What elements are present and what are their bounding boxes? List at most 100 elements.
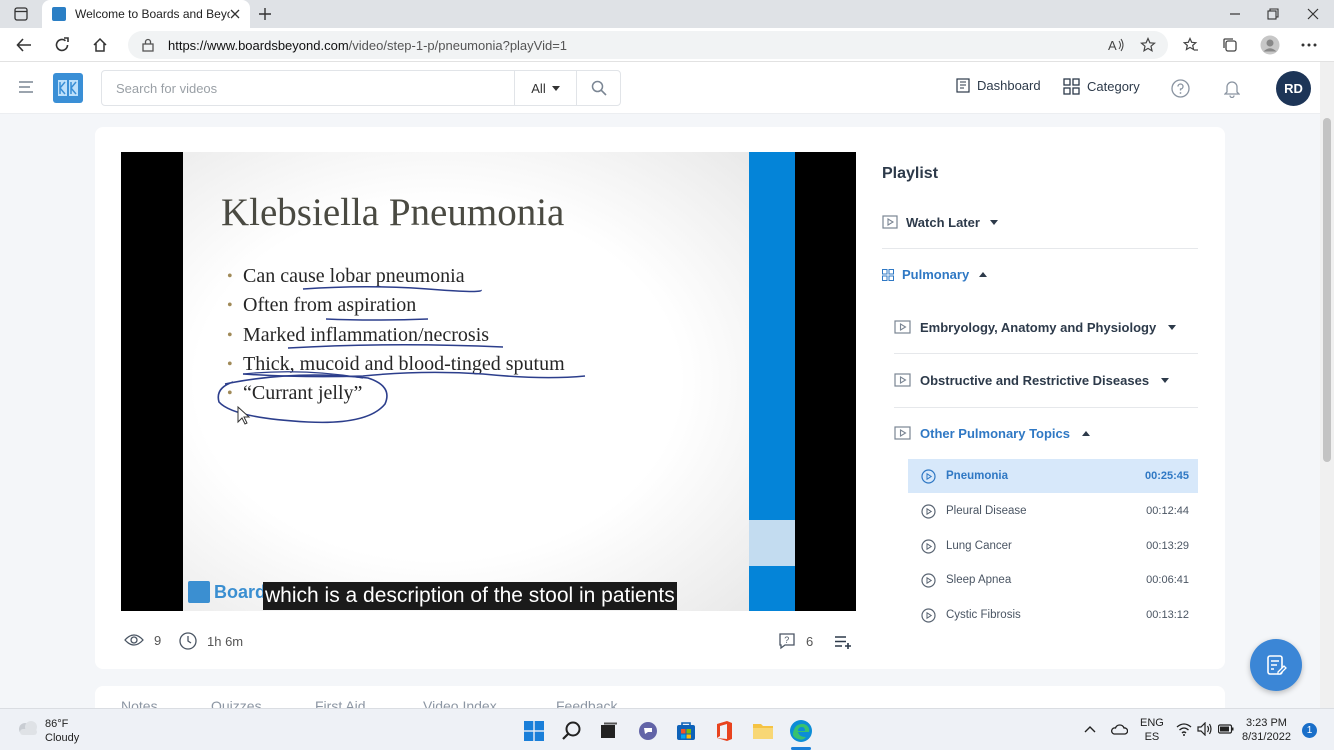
- mouse-cursor-icon: [237, 405, 251, 425]
- url-field[interactable]: https://www.boardsbeyond.com/video/step-…: [128, 31, 1168, 59]
- battery-icon[interactable]: [1218, 723, 1234, 735]
- play-circle-icon: [921, 607, 936, 623]
- more-menu-icon[interactable]: [1298, 34, 1320, 56]
- app-header: All Dashboard Category RD: [0, 62, 1320, 114]
- section-label: Embryology, Anatomy and Physiology: [920, 319, 1157, 335]
- caret-down-icon: [1168, 324, 1177, 330]
- playlist-video-item[interactable]: Pneumonia 00:25:45: [908, 459, 1198, 493]
- video-duration: 00:12:44: [1146, 505, 1189, 517]
- language-indicator[interactable]: ENG ES: [1140, 716, 1164, 744]
- views-value: 9: [154, 632, 162, 648]
- play-circle-icon: [921, 468, 936, 484]
- tab-title: Welcome to Boards and Beyond: [75, 7, 230, 21]
- file-explorer-icon[interactable]: [751, 719, 775, 743]
- teams-chat-icon[interactable]: [636, 719, 660, 743]
- help-icon[interactable]: [1171, 79, 1190, 98]
- add-to-playlist-icon[interactable]: [834, 635, 852, 650]
- windows-taskbar: 86°F Cloudy ENG ES 3:23 PM 8/31/2022 1: [0, 708, 1334, 750]
- search-icon: [591, 80, 607, 96]
- clock-widget[interactable]: 3:23 PM 8/31/2022: [1242, 716, 1291, 744]
- watch-later-toggle[interactable]: Watch Later: [882, 214, 998, 230]
- back-arrow-icon[interactable]: [13, 34, 35, 56]
- language-top: ENG: [1140, 717, 1164, 729]
- pen-annotations: [217, 285, 586, 425]
- read-aloud-icon[interactable]: A: [1106, 34, 1128, 56]
- reload-icon[interactable]: [51, 34, 73, 56]
- weather-temp: 86°F: [45, 718, 69, 730]
- caret-down-icon: [989, 219, 998, 225]
- user-avatar[interactable]: RD: [1276, 71, 1311, 106]
- playlist-video-item[interactable]: Pleural Disease 00:12:44: [908, 494, 1198, 528]
- collections-icon[interactable]: [1219, 34, 1241, 56]
- restore-icon[interactable]: [1262, 4, 1284, 24]
- tab-actions-icon[interactable]: [10, 4, 32, 24]
- section-toggle[interactable]: Embryology, Anatomy and Physiology: [894, 319, 1177, 335]
- weather-widget[interactable]: 86°F Cloudy: [45, 717, 79, 745]
- category-grid-icon: [1063, 78, 1080, 95]
- video-title: Cystic Fibrosis: [946, 609, 1021, 621]
- search-button[interactable]: [576, 71, 620, 105]
- windows-start-icon[interactable]: [522, 719, 546, 743]
- edge-browser-icon[interactable]: [789, 719, 813, 743]
- lock-icon[interactable]: [142, 38, 154, 52]
- pulmonary-toggle[interactable]: Pulmonary: [882, 267, 988, 282]
- category-label: Category: [1087, 79, 1140, 94]
- video-player[interactable]: Klebsiella Pneumonia Can cause lobar pne…: [121, 152, 856, 611]
- notification-badge[interactable]: 1: [1302, 723, 1317, 738]
- section-toggle[interactable]: Obstructive and Restrictive Diseases: [894, 372, 1170, 388]
- slide-accent-block: [749, 520, 795, 566]
- add-favorite-icon[interactable]: [1137, 34, 1159, 56]
- category-link[interactable]: Category: [1063, 78, 1140, 95]
- search-icon[interactable]: [560, 719, 584, 743]
- playlist-video-item[interactable]: Sleep Apnea 00:06:41: [908, 563, 1198, 597]
- caret-up-icon: [979, 272, 988, 277]
- home-icon[interactable]: [89, 34, 111, 56]
- notes-fab-button[interactable]: [1250, 639, 1302, 691]
- notification-bell-icon[interactable]: [1224, 79, 1240, 98]
- section-label: Obstructive and Restrictive Diseases: [920, 372, 1150, 388]
- task-view-icon[interactable]: [597, 719, 621, 743]
- scrollbar-thumb[interactable]: [1323, 118, 1331, 462]
- search-input[interactable]: [102, 71, 514, 105]
- hamburger-menu-icon[interactable]: [18, 80, 34, 94]
- svg-text:A: A: [1108, 38, 1117, 52]
- weather-condition: Cloudy: [45, 732, 80, 744]
- onedrive-cloud-icon[interactable]: [1110, 722, 1128, 736]
- video-folder-icon: [882, 215, 898, 229]
- questions-button[interactable]: ? 6: [778, 632, 813, 650]
- profile-icon[interactable]: [1259, 34, 1281, 56]
- play-circle-icon: [921, 572, 936, 588]
- volume-icon[interactable]: [1197, 722, 1213, 736]
- clock-icon: [179, 632, 197, 650]
- question-bubble-icon: ?: [779, 633, 795, 650]
- minimize-icon[interactable]: [1224, 4, 1246, 24]
- weather-cloud-icon[interactable]: [16, 719, 40, 737]
- address-bar-row: https://www.boardsbeyond.com/video/step-…: [0, 28, 1334, 62]
- search-bar: All: [101, 70, 621, 106]
- divider: [894, 353, 1198, 354]
- play-circle-icon: [921, 538, 936, 554]
- chevron-up-icon[interactable]: [1084, 725, 1096, 733]
- page-scrollbar[interactable]: [1320, 62, 1334, 708]
- wifi-icon[interactable]: [1176, 722, 1192, 736]
- close-window-icon[interactable]: [1302, 4, 1324, 24]
- language-bottom: ES: [1144, 731, 1160, 743]
- playlist-video-item[interactable]: Cystic Fibrosis 00:13:12: [908, 598, 1198, 632]
- close-tab-icon[interactable]: [230, 9, 240, 19]
- search-scope-dropdown[interactable]: All: [514, 71, 576, 105]
- video-slide: Klebsiella Pneumonia Can cause lobar pne…: [183, 152, 749, 611]
- office-icon[interactable]: [712, 719, 736, 743]
- section-toggle[interactable]: Other Pulmonary Topics: [894, 425, 1091, 441]
- video-duration: 00:25:45: [1144, 470, 1189, 482]
- browser-tab[interactable]: Welcome to Boards and Beyond: [42, 0, 250, 28]
- pulmonary-label: Pulmonary: [902, 267, 970, 282]
- favorites-icon[interactable]: [1180, 34, 1202, 56]
- video-title: Pneumonia: [946, 470, 1008, 482]
- microsoft-store-icon[interactable]: [674, 719, 698, 743]
- dashboard-link[interactable]: Dashboard: [956, 78, 1041, 93]
- boards-beyond-logo[interactable]: [53, 73, 83, 103]
- video-caption: which is a description of the stool in p…: [263, 582, 677, 610]
- playlist-video-item[interactable]: Lung Cancer 00:13:29: [908, 529, 1198, 563]
- new-tab-icon[interactable]: [254, 4, 276, 24]
- duration-info: 1h 6m: [179, 632, 243, 650]
